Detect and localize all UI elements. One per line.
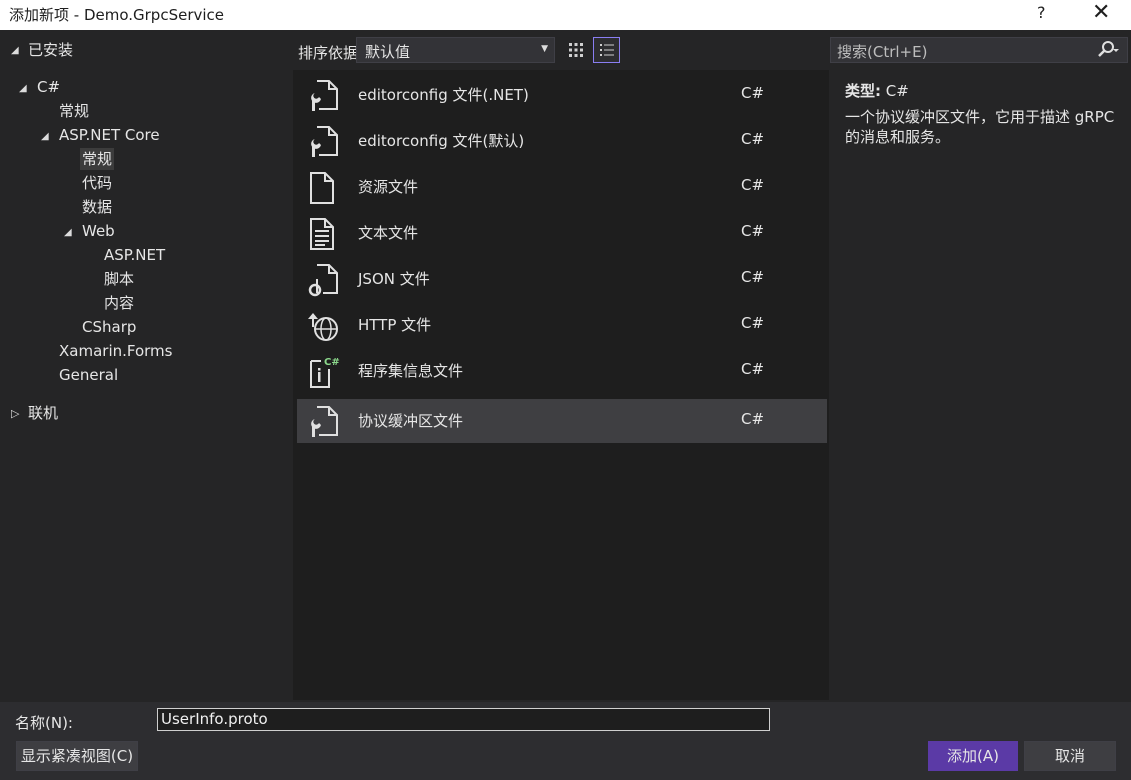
- tree-item-web[interactable]: Web: [82, 220, 115, 242]
- item-name: editorconfig 文件(.NET): [358, 86, 529, 104]
- config-file-icon: [311, 126, 338, 157]
- caret-down-icon[interactable]: ◢: [41, 131, 49, 142]
- tree-item-aspnetcore[interactable]: ASP.NET Core: [59, 124, 160, 146]
- item-description: 一个协议缓冲区文件，它用于描述 gRPC 的消息和服务。: [845, 108, 1115, 146]
- tree-item-xamarin[interactable]: Xamarin.Forms: [59, 340, 172, 362]
- tree-item-general[interactable]: 常规: [59, 100, 89, 122]
- search-input[interactable]: 搜索(Ctrl+E): [830, 37, 1128, 63]
- title-bar: 添加新项 - Demo.GrpcService ? ✕: [0, 0, 1131, 30]
- item-name: JSON 文件: [358, 270, 430, 288]
- tree-item-general-en[interactable]: General: [59, 364, 118, 386]
- name-field[interactable]: UserInfo.proto: [157, 708, 770, 731]
- tree-item-aspnet[interactable]: ASP.NET: [104, 244, 165, 266]
- close-button[interactable]: ✕: [1092, 0, 1110, 25]
- tree-item-data[interactable]: 数据: [82, 196, 112, 218]
- item-name: HTTP 文件: [358, 316, 432, 334]
- search-icon[interactable]: [1097, 40, 1119, 62]
- item-name: 资源文件: [358, 178, 419, 196]
- item-language: C#: [741, 410, 765, 428]
- item-language: C#: [741, 176, 765, 194]
- caret-down-icon[interactable]: ◢: [64, 227, 72, 238]
- compact-view-button[interactable]: 显示紧凑视图(C): [16, 741, 138, 771]
- item-language: C#: [741, 314, 765, 332]
- caret-down-icon[interactable]: ◢: [19, 83, 27, 94]
- type-label: 类型:: [845, 82, 881, 100]
- list-view-button[interactable]: [593, 37, 620, 63]
- caret-down-icon[interactable]: ◢: [11, 45, 19, 56]
- text-file-icon: [310, 218, 334, 250]
- window-title: 添加新项 - Demo.GrpcService: [9, 6, 225, 24]
- chevron-down-icon: ▼: [541, 44, 548, 54]
- list-view-icon: [599, 44, 614, 56]
- search-placeholder: 搜索(Ctrl+E): [837, 43, 928, 61]
- http-file-icon: [308, 313, 338, 341]
- grid-view-button[interactable]: [562, 37, 589, 63]
- assembly-info-icon: C#: [310, 357, 340, 388]
- details-pane: 类型: C# 一个协议缓冲区文件，它用于描述 gRPC 的消息和服务。: [829, 70, 1131, 700]
- list-item[interactable]: C# 程序集信息文件 C#: [297, 349, 827, 393]
- type-line: 类型: C#: [845, 80, 909, 101]
- tree-item-csharp[interactable]: C#: [37, 76, 60, 98]
- toolbar: 排序依据: 默认值 ▼ 搜索(Ctrl+E): [293, 30, 1131, 70]
- item-language: C#: [741, 268, 765, 286]
- tree-item-code[interactable]: 代码: [82, 172, 112, 194]
- category-tree: ◢ 已安装 ◢ C# 常规 ◢ ASP.NET Core 常规 代码 数据 ◢ …: [0, 30, 293, 702]
- resource-file-icon: [310, 172, 334, 204]
- json-file-icon: [308, 264, 338, 297]
- item-language: C#: [741, 360, 765, 378]
- list-item[interactable]: editorconfig 文件(默认) C#: [297, 119, 827, 163]
- help-button[interactable]: ?: [1037, 3, 1046, 22]
- item-language: C#: [741, 84, 765, 102]
- tree-item-script[interactable]: 脚本: [104, 268, 134, 290]
- name-label: 名称(N):: [15, 714, 73, 732]
- template-list: editorconfig 文件(.NET) C# editorconfig 文件…: [293, 70, 829, 700]
- tree-item-content[interactable]: 内容: [104, 292, 134, 314]
- list-item[interactable]: 资源文件 C#: [297, 165, 827, 209]
- sort-label: 排序依据:: [298, 44, 364, 62]
- config-file-icon: [311, 406, 338, 437]
- list-item[interactable]: editorconfig 文件(.NET) C#: [297, 73, 827, 117]
- list-item-selected[interactable]: 协议缓冲区文件 C#: [297, 399, 827, 443]
- type-value: C#: [885, 82, 909, 100]
- item-name: editorconfig 文件(默认): [358, 132, 525, 150]
- list-item[interactable]: JSON 文件 C#: [297, 257, 827, 301]
- tree-item-csharp-sub[interactable]: CSharp: [82, 316, 136, 338]
- list-item[interactable]: 文本文件 C#: [297, 211, 827, 255]
- list-item[interactable]: HTTP 文件 C#: [297, 303, 827, 347]
- caret-right-icon[interactable]: ▷: [11, 407, 19, 420]
- grid-view-icon: [568, 43, 583, 57]
- svg-text:C#: C#: [324, 357, 340, 368]
- tree-item-aspnetcore-general[interactable]: 常规: [80, 148, 115, 170]
- tree-item-online[interactable]: 联机: [28, 402, 58, 424]
- bottom-bar: 名称(N): UserInfo.proto 显示紧凑视图(C) 添加(A) 取消: [0, 702, 1131, 780]
- config-file-icon: [311, 80, 338, 111]
- sort-dropdown[interactable]: 默认值 ▼: [356, 37, 555, 63]
- item-name: 协议缓冲区文件: [358, 412, 464, 430]
- cancel-button[interactable]: 取消: [1024, 741, 1116, 771]
- item-language: C#: [741, 130, 765, 148]
- sort-value: 默认值: [365, 43, 411, 61]
- item-language: C#: [741, 222, 765, 240]
- item-name: 文本文件: [358, 224, 419, 242]
- add-button[interactable]: 添加(A): [928, 741, 1018, 771]
- item-name: 程序集信息文件: [358, 362, 464, 380]
- tree-item-installed[interactable]: 已安装: [28, 39, 73, 61]
